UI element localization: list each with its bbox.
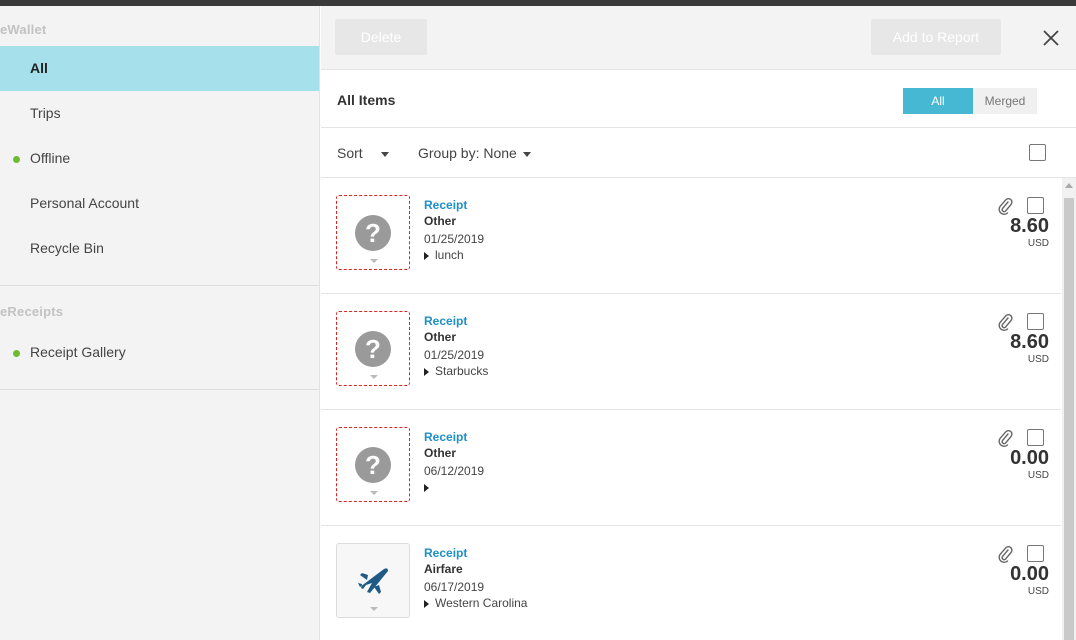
paperclip-icon[interactable] <box>997 197 1013 215</box>
airplane-icon <box>358 568 388 594</box>
list-item[interactable]: ? Receipt Other 06/12/2019 0.00 USD <box>321 410 1061 526</box>
receipt-thumbnail[interactable]: ? <box>336 195 410 270</box>
sidebar-item-label: Trips <box>30 105 61 121</box>
item-category: Other <box>424 446 457 460</box>
item-date: 01/25/2019 <box>424 348 485 362</box>
chevron-down-icon <box>370 259 378 263</box>
item-date: 01/25/2019 <box>424 232 485 246</box>
scrollbar-thumb[interactable] <box>1064 198 1074 640</box>
item-currency: USD <box>1027 586 1049 597</box>
chevron-down-icon <box>370 375 378 379</box>
item-description-toggle[interactable] <box>424 480 435 494</box>
receipt-thumbnail[interactable]: ? <box>336 311 410 386</box>
caret-right-icon <box>424 368 429 376</box>
toolbar: Delete Add to Report <box>321 6 1076 70</box>
question-icon: ? <box>355 447 391 483</box>
sidebar-item-offline[interactable]: Offline <box>0 136 319 181</box>
chevron-down-icon <box>522 151 531 157</box>
sidebar-item-label: All <box>30 60 48 76</box>
list-scrollbar[interactable] <box>1062 178 1076 640</box>
item-amount: 8.60 <box>1010 331 1049 353</box>
sort-bar: Sort Group by: None <box>321 128 1076 178</box>
question-icon: ? <box>355 215 391 251</box>
paperclip-icon[interactable] <box>997 545 1013 563</box>
sidebar-item-all[interactable]: All <box>0 46 319 91</box>
sidebar-item-trips[interactable]: Trips <box>0 91 319 136</box>
sort-dropdown[interactable]: Sort <box>337 145 389 161</box>
sidebar-item-label: Receipt Gallery <box>30 344 126 360</box>
sidebar-item-receipt-gallery[interactable]: Receipt Gallery <box>0 330 319 375</box>
items-header: All Items All Merged <box>321 70 1076 128</box>
item-type-link[interactable]: Receipt <box>424 430 467 444</box>
delete-button[interactable]: Delete <box>335 19 427 55</box>
item-category: Other <box>424 214 457 228</box>
paperclip-icon[interactable] <box>997 429 1013 447</box>
sidebar-item-personal-account[interactable]: Personal Account <box>0 181 319 226</box>
add-to-report-button[interactable]: Add to Report <box>871 19 1001 55</box>
item-amount: 0.00 <box>1010 447 1049 469</box>
sidebar-section-ewallet: eWallet <box>0 22 47 37</box>
sidebar-item-recycle-bin[interactable]: Recycle Bin <box>0 226 319 271</box>
item-type-link[interactable]: Receipt <box>424 546 467 560</box>
group-by-label: Group by: None <box>418 145 517 161</box>
status-dot-icon <box>13 350 20 357</box>
item-type-link[interactable]: Receipt <box>424 314 467 328</box>
chevron-down-icon <box>380 151 389 157</box>
select-all-checkbox[interactable] <box>1029 144 1046 161</box>
item-checkbox[interactable] <box>1027 429 1044 446</box>
sidebar-item-label: Personal Account <box>30 195 139 211</box>
item-currency: USD <box>1027 354 1049 365</box>
item-category: Other <box>424 330 457 344</box>
question-icon: ? <box>355 331 391 367</box>
filter-all-button[interactable]: All <box>903 88 973 114</box>
item-description-toggle[interactable]: lunch <box>424 248 464 262</box>
sidebar-item-label: Offline <box>30 150 71 166</box>
sidebar-item-label: Recycle Bin <box>30 240 104 256</box>
item-checkbox[interactable] <box>1027 545 1044 562</box>
group-by-dropdown[interactable]: Group by: None <box>418 145 531 161</box>
scroll-up-icon[interactable] <box>1065 183 1073 188</box>
paperclip-icon[interactable] <box>997 313 1013 331</box>
item-amount: 8.60 <box>1010 215 1049 237</box>
expense-list: ? Receipt Other 01/25/2019 lunch 8.60 US… <box>321 178 1061 640</box>
item-date: 06/17/2019 <box>424 580 485 594</box>
receipt-thumbnail[interactable] <box>336 543 410 618</box>
item-checkbox[interactable] <box>1027 313 1044 330</box>
filter-merged-button[interactable]: Merged <box>973 88 1037 114</box>
caret-right-icon <box>424 600 429 608</box>
status-dot-icon <box>13 156 20 163</box>
sidebar-divider <box>0 389 319 390</box>
item-description: Starbucks <box>435 364 489 378</box>
item-currency: USD <box>1027 470 1049 481</box>
item-amount: 0.00 <box>1010 563 1049 585</box>
chevron-down-icon <box>370 607 378 611</box>
item-description: lunch <box>435 248 464 262</box>
sort-label: Sort <box>337 145 363 161</box>
close-icon[interactable] <box>1039 26 1063 50</box>
item-category: Airfare <box>424 562 463 576</box>
item-description: Western Carolina <box>435 596 528 610</box>
page-title: All Items <box>337 92 396 108</box>
caret-right-icon <box>424 484 429 492</box>
item-type-link[interactable]: Receipt <box>424 198 467 212</box>
list-item[interactable]: ? Receipt Other 01/25/2019 Starbucks 8.6… <box>321 294 1061 410</box>
item-currency: USD <box>1027 238 1049 249</box>
item-date: 06/12/2019 <box>424 464 485 478</box>
item-checkbox[interactable] <box>1027 197 1044 214</box>
chevron-down-icon <box>370 491 378 495</box>
list-item[interactable]: Receipt Airfare 06/17/2019 Western Carol… <box>321 526 1061 640</box>
sidebar: eWallet All Trips Offline Personal Accou… <box>0 6 320 640</box>
list-item[interactable]: ? Receipt Other 01/25/2019 lunch 8.60 US… <box>321 178 1061 294</box>
receipt-thumbnail[interactable]: ? <box>336 427 410 502</box>
caret-right-icon <box>424 252 429 260</box>
item-description-toggle[interactable]: Starbucks <box>424 364 488 378</box>
item-description-toggle[interactable]: Western Carolina <box>424 596 527 610</box>
sidebar-section-ereceipts: eReceipts <box>0 304 64 319</box>
